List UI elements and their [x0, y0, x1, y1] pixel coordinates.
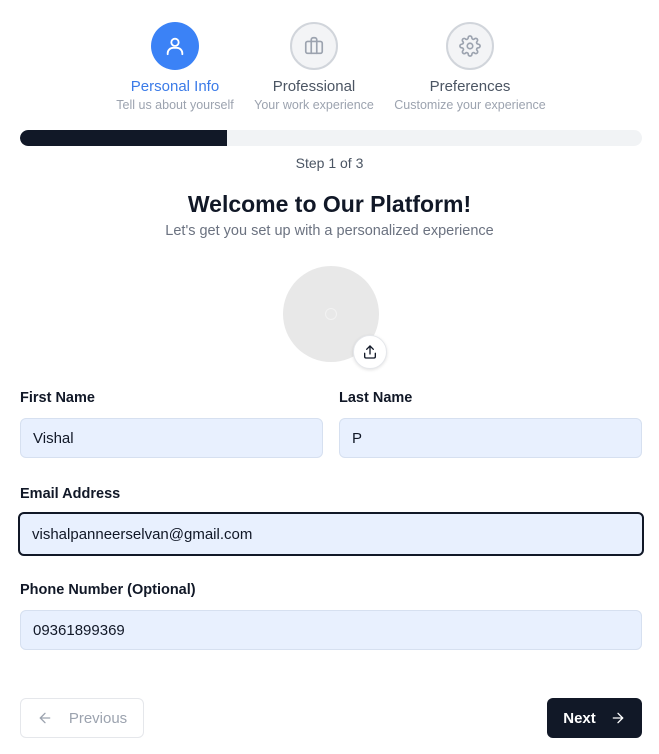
- upload-photo-button[interactable]: [353, 335, 387, 369]
- email-label: Email Address: [20, 486, 121, 502]
- upload-icon: [364, 345, 376, 359]
- phone-label: Phone Number (Optional): [20, 582, 196, 598]
- email-field[interactable]: [18, 512, 644, 556]
- previous-button-label: Previous: [68, 709, 128, 727]
- previous-button[interactable]: Previous: [20, 698, 144, 738]
- step-circle-professional: [290, 22, 338, 70]
- step-subtitle: Customize your experience: [394, 98, 546, 112]
- page-title: Welcome to Our Platform!: [187, 191, 472, 217]
- last-name-field[interactable]: [339, 418, 642, 458]
- progress-bar: [20, 130, 642, 146]
- avatar-placeholder-icon: [325, 308, 337, 320]
- user-icon: [166, 37, 184, 56]
- first-name-label: First Name: [20, 390, 95, 406]
- gear-icon: [459, 35, 481, 57]
- step-professional[interactable]: Professional Your work experience: [229, 22, 399, 113]
- step-preferences[interactable]: Preferences Customize your experience: [385, 22, 555, 113]
- step-circle-personal-info: [151, 22, 199, 70]
- arrow-left-icon: [39, 712, 51, 724]
- step-title: Professional: [272, 78, 356, 95]
- last-name-label: Last Name: [339, 390, 413, 406]
- next-button[interactable]: Next: [547, 698, 642, 738]
- first-name-field[interactable]: [20, 418, 323, 458]
- briefcase-icon: [304, 36, 324, 55]
- page-subtitle: Let's get you set up with a personalized…: [165, 223, 494, 239]
- progress-bar-fill: [20, 130, 228, 146]
- step-counter: Step 1 of 3: [295, 155, 364, 171]
- step-subtitle: Your work experience: [254, 98, 374, 112]
- next-button-label: Next: [563, 709, 596, 727]
- step-circle-preferences: [446, 22, 494, 70]
- arrow-right-icon: [612, 712, 624, 724]
- phone-field[interactable]: [20, 610, 642, 650]
- stepper: Personal Info Tell us about yourself Pro…: [0, 0, 659, 120]
- step-title: Preferences: [429, 78, 511, 95]
